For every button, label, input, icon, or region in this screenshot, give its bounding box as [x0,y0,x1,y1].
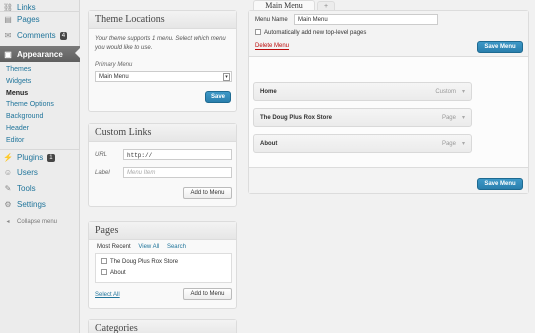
collapse-menu-label: Collapse menu [17,218,58,225]
menu-editor-footer: Save Menu [249,167,528,193]
delete-menu-link[interactable]: Delete Menu [255,43,290,50]
sidebar-item-plugins[interactable]: ⚡ Plugins 1 [0,150,80,165]
sidebar-sub-theme-options[interactable]: Theme Options [6,101,54,108]
pages-checklist: The Doug Plus Rox Store About [95,253,232,283]
sidebar-sub-menus[interactable]: Menus [6,90,28,97]
page-item-label: About [110,270,126,276]
sidebar-sub-themes[interactable]: Themes [6,66,31,73]
sidebar-item-label: Users [17,168,38,177]
sidebar-item-label: Pages [17,15,40,24]
save-menu-button-top[interactable]: Save Menu [477,41,523,53]
checkbox[interactable] [101,269,107,275]
appearance-icon: ▣ [4,49,12,59]
label-field[interactable]: Menu Item [123,167,232,178]
sidebar-item-label: Appearance [17,49,63,59]
comments-count-badge: 4 [59,31,68,40]
custom-links-panel: Custom Links URL http:// Label Menu Item… [88,123,237,207]
menu-item-store[interactable]: The Doug Plus Rox Store Page ▾ [253,108,472,127]
chevron-down-icon[interactable]: ▾ [462,140,465,147]
sidebar-sub-header[interactable]: Header [6,125,29,132]
tools-icon: ✎ [4,184,12,193]
primary-menu-value: Main Menu [99,74,129,80]
users-icon: ☺ [3,168,13,177]
page-checkbox-item[interactable]: About [101,269,126,276]
chevron-down-icon[interactable]: ▾ [462,88,465,95]
sidebar-item-label: Settings [17,200,46,209]
collapse-menu-button[interactable]: ◂ Collapse menu [0,214,80,229]
pages-panel: Pages Most Recent View All Search The Do… [88,221,237,309]
sidebar-item-users[interactable]: ☺ Users [0,165,80,180]
save-menu-button-bottom[interactable]: Save Menu [477,178,523,190]
menu-name-field[interactable]: Main Menu [294,14,438,25]
tab-view-all[interactable]: View All [138,244,159,250]
panel-title: Pages [89,222,236,240]
chevron-down-icon[interactable]: ▾ [462,114,465,121]
categories-panel: Categories [88,319,237,333]
add-pages-button[interactable]: Add to Menu [183,288,232,300]
label-label: Label [95,170,110,176]
plugins-icon: ⚡ [3,153,13,162]
sidebar-item-settings[interactable]: ⚙ Settings [0,197,80,212]
theme-locations-panel: Theme Locations Your theme supports 1 me… [88,10,237,112]
menu-item-title: About [260,140,278,147]
plugins-count-badge: 1 [47,153,55,162]
menu-item-type: Custom [435,88,456,95]
panel-title: Theme Locations [89,11,236,29]
menu-item-title: The Doug Plus Rox Store [260,114,333,121]
chevron-down-icon[interactable]: ▾ [223,73,230,81]
primary-menu-select[interactable]: Main Menu ▾ [95,71,232,82]
pages-tabs: Most Recent View All Search [97,244,186,250]
add-custom-link-button[interactable]: Add to Menu [183,187,232,199]
admin-sidebar: ⛓ Links ▤ Pages ✉ Comments 4 ▣ Appearanc… [0,0,81,333]
tab-search[interactable]: Search [167,244,186,250]
menu-item-title: Home [260,88,277,95]
menu-item-type: Page [441,140,456,147]
comments-icon: ✉ [4,31,12,40]
menu-item-type: Page [441,114,456,121]
checkbox[interactable] [101,258,107,264]
panel-title: Categories [89,320,236,333]
collapse-icon: ◂ [6,219,10,225]
sidebar-item-label: Tools [17,184,36,193]
url-label: URL [95,152,108,158]
panel-title: Custom Links [89,124,236,142]
page-checkbox-item[interactable]: The Doug Plus Rox Store [101,258,178,265]
sidebar-item-tools[interactable]: ✎ Tools [0,181,80,196]
sidebar-sub-editor[interactable]: Editor [6,137,24,144]
menu-item-home[interactable]: Home Custom ▾ [253,82,472,101]
checkbox[interactable] [255,29,261,35]
auto-add-label: Automatically add new top-level pages [264,30,367,36]
auto-add-option[interactable]: Automatically add new top-level pages [255,29,366,36]
menu-item-about[interactable]: About Page ▾ [253,134,472,153]
primary-menu-label: Primary Menu [95,62,133,68]
pages-icon: ▤ [4,15,12,24]
tab-most-recent[interactable]: Most Recent [97,244,131,250]
menu-editor-panel: Menu Name Main Menu Automatically add ne… [248,10,529,194]
page-item-label: The Doug Plus Rox Store [110,259,179,265]
menu-name-label: Menu Name [255,17,288,23]
sidebar-sub-widgets[interactable]: Widgets [6,78,31,85]
settings-icon: ⚙ [4,200,12,209]
save-locations-button[interactable]: Save [205,91,231,103]
url-field[interactable]: http:// [123,149,232,160]
theme-locations-description: Your theme supports 1 menu. Select which… [95,36,226,51]
sidebar-item-appearance[interactable]: ▣ Appearance [0,46,81,62]
sidebar-item-comments[interactable]: ✉ Comments 4 [0,28,80,43]
select-all-link[interactable]: Select All [95,292,120,298]
sidebar-item-label: Comments [17,31,56,40]
sidebar-sub-background[interactable]: Background [6,113,43,120]
menu-editor-header: Menu Name Main Menu Automatically add ne… [249,11,528,57]
sidebar-item-pages[interactable]: ▤ Pages [0,12,80,27]
sidebar-item-label: Plugins [17,153,44,162]
